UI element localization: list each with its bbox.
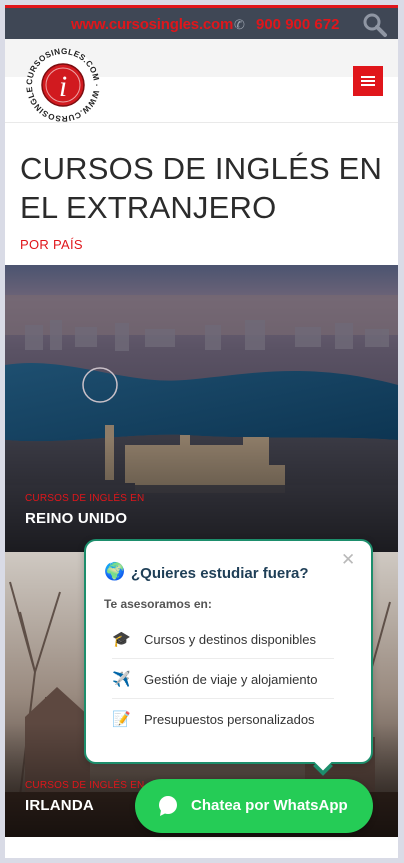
card-kicker: CURSOS DE INGLÉS EN (25, 780, 145, 791)
site-logo[interactable]: CURSOSINGLES.COM · WWW.CURSOSINGLES.COM … (25, 47, 101, 123)
phone-icon: ✆ (234, 17, 245, 32)
popup-item: 🎓 Cursos y destinos disponibles (112, 619, 334, 659)
popup-item-text: Presupuestos personalizados (144, 712, 315, 727)
site-header: CURSOSINGLES.COM · WWW.CURSOSINGLES.COM … (5, 39, 398, 123)
bottom-strip (5, 837, 398, 858)
top-bar: www.cursosingles.com ✆ 900 900 672 (5, 5, 398, 39)
whatsapp-popup: ✕ 🌍 ¿Quieres estudiar fuera? Te asesoram… (84, 539, 373, 776)
page-title: CURSOS DE INGLÉS EN EL EXTRANJERO (20, 151, 383, 225)
menu-button[interactable] (353, 66, 383, 96)
graduation-cap-icon: 🎓 (112, 631, 131, 648)
card-country[interactable]: IRLANDA (25, 797, 94, 814)
card-country[interactable]: REINO UNIDO (25, 510, 127, 527)
search-icon[interactable] (362, 12, 388, 38)
whatsapp-chat-button[interactable]: Chatea por WhatsApp (135, 779, 373, 833)
airplane-icon: ✈️ (112, 671, 131, 688)
card-kicker: CURSOS DE INGLÉS EN (25, 493, 145, 504)
whatsapp-icon (159, 796, 177, 816)
whatsapp-button-label: Chatea por WhatsApp (191, 797, 348, 814)
popup-item-text: Cursos y destinos disponibles (144, 632, 316, 647)
popup-item-text: Gestión de viaje y alojamiento (144, 672, 318, 687)
popup-item: 📝 Presupuestos personalizados (112, 699, 334, 739)
popup-item: ✈️ Gestión de viaje y alojamiento (112, 659, 334, 699)
memo-icon: 📝 (112, 711, 131, 728)
close-icon[interactable]: ✕ (341, 551, 355, 568)
popup-lead: Te asesoramos en: (104, 597, 212, 611)
site-link[interactable]: www.cursosingles.com (71, 16, 233, 33)
popup-question: ¿Quieres estudiar fuera? (131, 565, 309, 582)
globe-icon: 🌍 (104, 562, 126, 581)
phone-number[interactable]: 900 900 672 (256, 16, 339, 33)
hamburger-icon (361, 74, 375, 88)
logo-letter: i (59, 70, 67, 103)
london-aerial-image (5, 265, 398, 552)
country-card-uk[interactable]: CURSOS DE INGLÉS EN REINO UNIDO (5, 265, 398, 552)
page-subtitle: POR PAÍS (20, 237, 83, 252)
